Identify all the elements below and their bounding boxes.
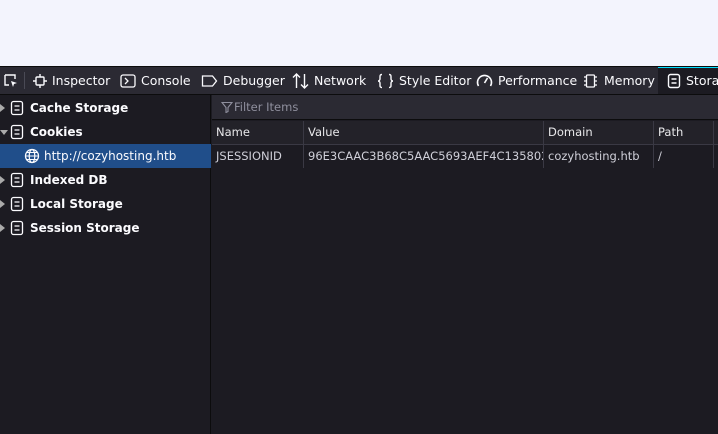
tree-item-local-storage[interactable]: Local Storage — [0, 192, 211, 216]
tab-label: Inspector — [52, 73, 111, 88]
console-icon — [120, 73, 136, 88]
tree-item-label: Local Storage — [30, 197, 123, 211]
column-header-value[interactable]: Value — [304, 121, 544, 145]
element-picker-icon[interactable] — [0, 67, 22, 94]
tab-label: Console — [141, 73, 191, 88]
column-header-name[interactable]: Name — [212, 121, 304, 145]
tab-network[interactable]: Network — [292, 67, 366, 94]
debugger-icon — [201, 74, 218, 87]
expand-arrow-icon[interactable] — [0, 104, 5, 112]
tab-style-editor[interactable]: Style Editor — [377, 67, 471, 94]
tree-item-cookies[interactable]: Cookies — [0, 120, 211, 144]
tree-item-cache-storage[interactable]: Cache Storage — [0, 96, 211, 120]
inspector-icon — [33, 73, 47, 88]
tab-label: Network — [314, 73, 367, 88]
tab-inspector[interactable]: Inspector — [33, 67, 110, 94]
cell-name[interactable]: JSESSIONID — [212, 145, 304, 168]
expand-arrow-icon[interactable] — [0, 176, 5, 184]
cell-domain[interactable]: cozyhosting.htb — [544, 145, 654, 168]
cell-value[interactable]: 96E3CAAC3B68C5AAC5693AEF4C135802 — [304, 145, 544, 168]
memory-icon — [584, 73, 597, 88]
tree-item-session-storage[interactable]: Session Storage — [0, 216, 211, 240]
tab-storage[interactable]: Storage — [658, 67, 718, 94]
tree-item-label: Session Storage — [30, 221, 140, 235]
tab-memory[interactable]: Memory — [582, 67, 655, 94]
tab-performance[interactable]: Performance — [476, 67, 577, 94]
tree-item-label: Cookies — [30, 125, 83, 139]
collapse-arrow-icon[interactable] — [0, 130, 8, 135]
tree-item-cozyhosting-origin[interactable]: http://cozyhosting.htb — [0, 144, 211, 168]
filter-items-input[interactable] — [234, 98, 704, 116]
table-row[interactable]: JSESSIONID 96E3CAAC3B68C5AAC5693AEF4C135… — [212, 145, 718, 168]
filter-bar — [212, 95, 718, 120]
cookies-table: Name Value Domain Path JSESSIONID 96E3CA… — [212, 121, 718, 434]
storage-icon — [10, 100, 24, 116]
column-header-domain[interactable]: Domain — [544, 121, 654, 145]
tab-label: Debugger — [223, 73, 285, 88]
performance-icon — [476, 74, 493, 86]
table-header-row: Name Value Domain Path — [212, 121, 718, 145]
tree-item-label: Cache Storage — [30, 101, 129, 115]
column-header-path[interactable]: Path — [654, 121, 714, 145]
storage-icon — [10, 124, 24, 140]
storage-icon — [667, 73, 681, 88]
tab-label: Storage — [686, 73, 718, 88]
tree-item-indexed-db[interactable]: Indexed DB — [0, 168, 211, 192]
tab-console[interactable]: Console — [120, 67, 191, 94]
tree-item-label: http://cozyhosting.htb — [44, 149, 177, 163]
toolbar-separator — [24, 72, 25, 89]
expand-arrow-icon[interactable] — [0, 200, 5, 208]
tab-label: Performance — [498, 73, 578, 88]
storage-icon — [10, 220, 24, 236]
devtools-toolbar: Inspector Console Debugger Network Style… — [0, 66, 718, 95]
network-icon — [292, 72, 309, 89]
storage-tree-sidebar: Cache Storage Cookies http://cozyhosting… — [0, 95, 211, 434]
style-editor-icon — [377, 73, 394, 88]
tree-item-label: Indexed DB — [30, 173, 108, 187]
cell-path[interactable]: / — [654, 145, 714, 168]
storage-icon — [10, 196, 24, 212]
tab-debugger[interactable]: Debugger — [201, 67, 285, 94]
filter-icon — [221, 101, 233, 113]
tab-label: Style Editor — [399, 73, 472, 88]
web-page-viewport — [0, 0, 718, 66]
tab-label: Memory — [604, 73, 655, 88]
storage-icon — [10, 172, 24, 188]
globe-icon — [24, 148, 40, 164]
expand-arrow-icon[interactable] — [0, 224, 5, 232]
